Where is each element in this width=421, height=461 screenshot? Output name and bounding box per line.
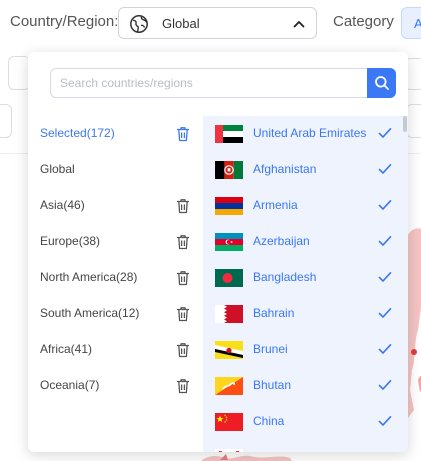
country-name: Bahrain <box>253 306 295 320</box>
region-item-label: North America(28) <box>40 270 138 284</box>
afghanistan-flag-icon <box>215 161 243 179</box>
category-label: Category <box>333 13 394 30</box>
trash-icon[interactable] <box>176 342 190 358</box>
check-icon <box>378 164 392 174</box>
region-item-label: South America(12) <box>40 306 140 320</box>
bangladesh-flag-icon <box>215 269 243 287</box>
country-item-brunei[interactable]: Brunei <box>203 332 401 368</box>
country-item-armenia[interactable]: Armenia <box>203 188 401 224</box>
country-name: Bangladesh <box>253 270 317 284</box>
globe-icon <box>130 15 148 33</box>
scrollbar-thumb[interactable] <box>403 116 407 132</box>
region-select[interactable]: Global <box>118 7 317 39</box>
uae-flag-icon <box>215 125 243 143</box>
country-name: Armenia <box>253 198 298 212</box>
region-dropdown-panel: Selected(172) Global Asia(46) Europe(38) <box>28 52 408 452</box>
trash-icon[interactable] <box>176 270 190 286</box>
check-icon <box>378 344 392 354</box>
country-name: United Arab Emirates <box>253 126 367 140</box>
country-item-bhutan[interactable]: Bhutan <box>203 368 401 404</box>
region-item-label: Global <box>40 162 75 176</box>
armenia-flag-icon <box>215 197 243 215</box>
check-icon <box>378 236 392 246</box>
brunei-flag-icon <box>215 341 243 359</box>
country-name: Bhutan <box>253 378 292 392</box>
region-list: Selected(172) Global Asia(46) Europe(38) <box>28 116 203 452</box>
country-name: Afghanistan <box>253 162 317 176</box>
region-item-north-america[interactable]: North America(28) <box>28 260 203 296</box>
country-item-partial <box>203 440 401 452</box>
flag-icon <box>215 449 243 452</box>
region-select-value: Global <box>162 16 200 31</box>
bahrain-flag-icon <box>215 305 243 323</box>
region-item-label: Asia(46) <box>40 198 85 212</box>
trash-icon[interactable] <box>176 234 190 250</box>
region-item-label: Oceania(7) <box>40 378 100 392</box>
region-item-selected[interactable]: Selected(172) <box>28 116 203 152</box>
azerbaijan-flag-icon <box>215 233 243 251</box>
category-chip[interactable]: A <box>401 7 421 39</box>
country-item-bahrain[interactable]: Bahrain <box>203 296 401 332</box>
region-item-south-america[interactable]: South America(12) <box>28 296 203 332</box>
background-control <box>406 104 421 138</box>
check-icon <box>378 200 392 210</box>
region-item-europe[interactable]: Europe(38) <box>28 224 203 260</box>
country-region-label: Country/Region: <box>10 13 119 30</box>
country-name: China <box>253 414 285 428</box>
search-box <box>50 68 368 98</box>
filter-bar: Country/Region: Global Category A <box>0 0 421 46</box>
check-icon <box>378 416 392 426</box>
bhutan-flag-icon <box>215 377 243 395</box>
search-button[interactable] <box>367 68 396 98</box>
country-name: Azerbaijan <box>253 234 310 248</box>
search-icon <box>375 76 389 90</box>
search-input[interactable] <box>51 69 367 97</box>
trash-icon[interactable] <box>176 378 190 394</box>
page: Country/Region: Global Category A Search… <box>0 0 421 461</box>
country-item-azerbaijan[interactable]: Azerbaijan <box>203 224 401 260</box>
chevron-up-icon <box>293 21 305 28</box>
background-control <box>0 104 12 138</box>
region-item-label: Selected(172) <box>40 126 115 140</box>
country-item-united-arab-emirates[interactable]: United Arab Emirates <box>203 116 401 152</box>
trash-icon[interactable] <box>176 306 190 322</box>
region-item-asia[interactable]: Asia(46) <box>28 188 203 224</box>
country-list: United Arab Emirates Afghanistan Armenia… <box>203 116 408 452</box>
region-item-label: Africa(41) <box>40 342 93 356</box>
check-icon <box>378 308 392 318</box>
china-flag-icon <box>215 413 243 431</box>
region-item-africa[interactable]: Africa(41) <box>28 332 203 368</box>
check-icon <box>378 128 392 138</box>
trash-icon[interactable] <box>176 126 190 142</box>
region-item-label: Europe(38) <box>40 234 101 248</box>
region-item-global[interactable]: Global <box>28 152 203 188</box>
region-item-oceania[interactable]: Oceania(7) <box>28 368 203 404</box>
background-control <box>8 56 30 90</box>
country-item-bangladesh[interactable]: Bangladesh <box>203 260 401 296</box>
country-item-china[interactable]: China <box>203 404 401 440</box>
country-name: Brunei <box>253 342 288 356</box>
trash-icon[interactable] <box>176 198 190 214</box>
check-icon <box>378 380 392 390</box>
check-icon <box>378 272 392 282</box>
country-item-afghanistan[interactable]: Afghanistan <box>203 152 401 188</box>
category-chip-label: A <box>414 16 421 31</box>
